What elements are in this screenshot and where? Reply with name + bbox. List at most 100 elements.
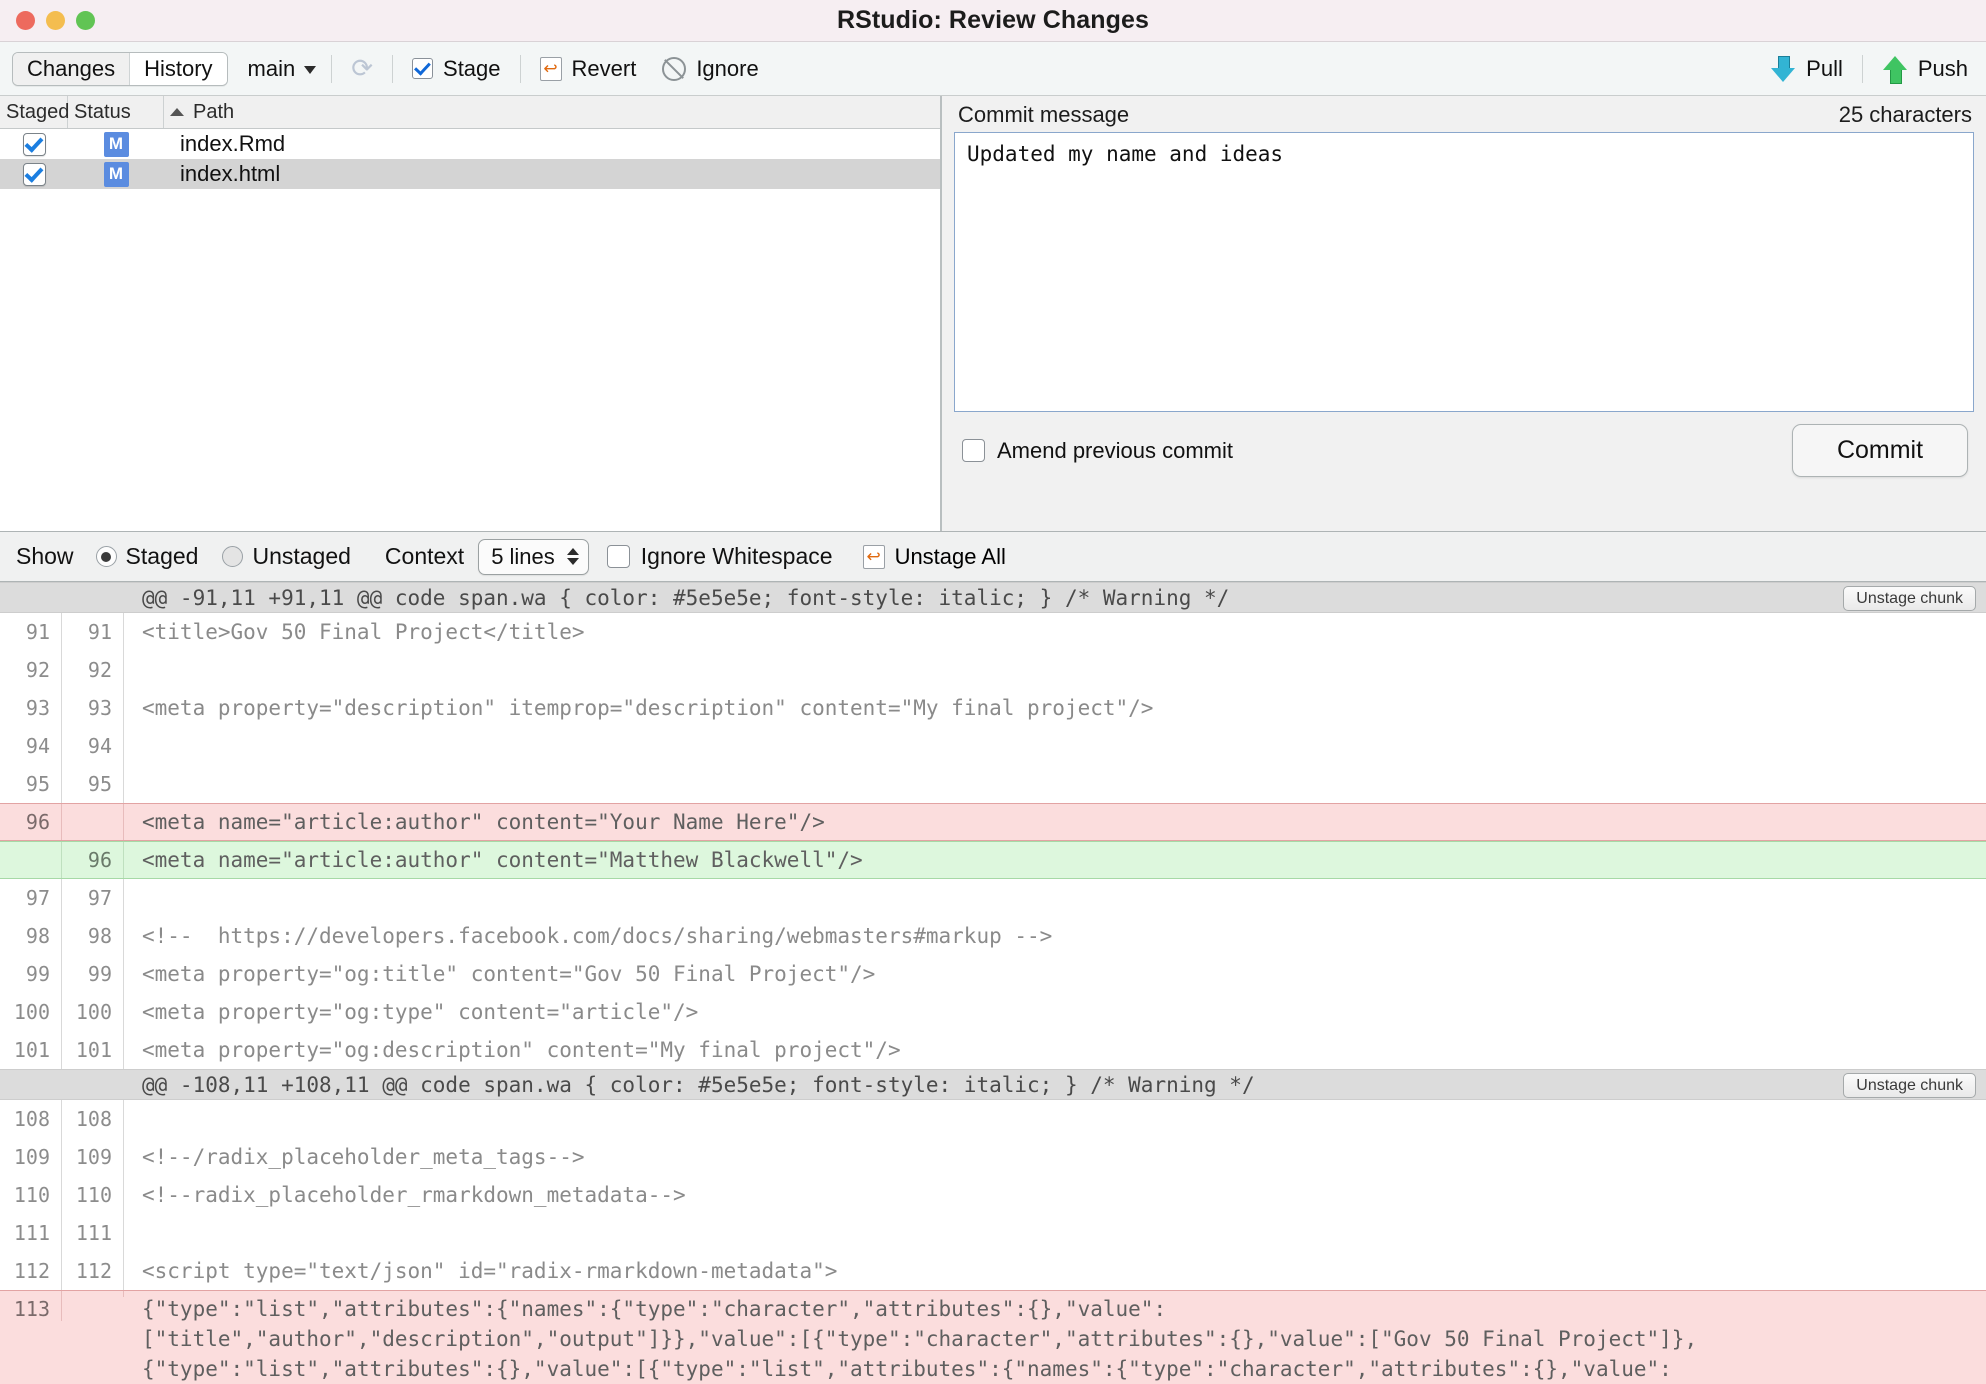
diff-line[interactable]: 110 110 <!--radix_placeholder_rmarkdown_me… <box>0 1176 1986 1214</box>
context-label: Context <box>384 543 465 569</box>
diff-line[interactable]: 99 99 <meta property="og:title" content="G… <box>0 955 1986 993</box>
radio-unstaged[interactable]: Unstaged <box>210 543 362 570</box>
staged-checkbox[interactable] <box>0 132 68 156</box>
diff-line[interactable]: 100 100 <meta property="og:type" content="… <box>0 993 1986 1031</box>
status-badge: M <box>68 131 164 157</box>
view-tabs[interactable]: Changes History <box>12 51 228 86</box>
diff-line-number-new: 108 <box>62 1100 124 1138</box>
toolbar-divider <box>1861 54 1863 83</box>
stage-button[interactable]: Stage <box>408 54 505 84</box>
ignore-icon <box>662 56 687 81</box>
diff-line-number-old: 101 <box>0 1031 62 1069</box>
file-list-pane: Staged Status Path M index.Rmd M index.h… <box>0 96 941 531</box>
column-header-status[interactable]: Status <box>68 96 164 128</box>
diff-line[interactable]: 97 97 <box>0 879 1986 917</box>
radio-off-icon <box>222 546 244 567</box>
diff-line-number-new: 111 <box>62 1214 124 1252</box>
commit-input-wrap: Updated my name and ideas <box>942 132 1986 412</box>
diff-line[interactable]: 109 109 <!--/radix_placeholder_meta_tags--… <box>0 1138 1986 1176</box>
diff-line[interactable]: 112 112 <script type="text/json" id="radix… <box>0 1252 1986 1290</box>
diff-line-text: <meta property="og:type" content="articl… <box>142 1000 699 1024</box>
diff-line-number-old: 108 <box>0 1100 62 1138</box>
diff-line-number-old: 98 <box>0 917 62 955</box>
radio-unstaged-label: Unstaged <box>252 543 351 569</box>
diff-line-number-old: 99 <box>0 955 62 993</box>
diff-line-number-new: 101 <box>62 1031 124 1069</box>
diff-line[interactable]: 101 101 <meta property="og:description" co… <box>0 1031 1986 1069</box>
diff-line-number-old: 109 <box>0 1138 62 1176</box>
diff-line[interactable]: 111 111 <box>0 1214 1986 1252</box>
diff-line[interactable]: 96 <meta name="article:author" content="Y… <box>0 803 1986 841</box>
check-icon <box>412 58 434 79</box>
diff-line-number-new <box>62 804 124 840</box>
column-header-staged[interactable]: Staged <box>0 96 69 128</box>
diff-line-number-new: 98 <box>62 917 124 955</box>
file-path: index.Rmd <box>180 131 286 156</box>
diff-line-number-old: 113 <box>0 1291 62 1321</box>
unstage-chunk-button[interactable]: Unstage chunk <box>1843 586 1976 611</box>
diff-line-number-old: 94 <box>0 727 62 765</box>
table-row[interactable]: M index.html <box>0 159 940 189</box>
diff-line-number-new: 95 <box>62 765 124 803</box>
diff-line-number-old: 111 <box>0 1214 62 1252</box>
branch-selector[interactable]: main <box>248 56 317 82</box>
diff-line[interactable]: 98 98 <!-- https://developers.facebook.com… <box>0 917 1986 955</box>
hunk-header: @@ -108,11 +108,11 @@ code span.wa { col… <box>0 1069 1986 1100</box>
diff-line-text: <meta property="og:description" content=… <box>142 1038 901 1062</box>
unstage-all-button[interactable]: ↩ Unstage All <box>845 544 1006 570</box>
diff-line-number-new: 94 <box>62 727 124 765</box>
diff-viewer[interactable]: @@ -91,11 +91,11 @@ code span.wa { color… <box>0 582 1986 1384</box>
commit-message-input[interactable]: Updated my name and ideas <box>954 132 1974 412</box>
pull-button[interactable]: Pull <box>1766 54 1847 84</box>
diff-line-text: <meta property="og:title" content="Gov 5… <box>142 962 876 986</box>
context-lines-select[interactable]: 5 lines <box>478 538 589 575</box>
commit-button[interactable]: Commit <box>1792 424 1968 477</box>
status-badge: M <box>68 161 164 187</box>
diff-line-number-old: 96 <box>0 804 62 840</box>
window-title-bar: RStudio: Review Changes <box>0 0 1986 42</box>
table-row[interactable]: M index.Rmd <box>0 129 940 159</box>
git-toolbar: Changes History main ⟳ Stage ↩ Revert Ig… <box>0 42 1986 96</box>
revert-label: Revert <box>571 55 637 81</box>
diff-line-number-old: 97 <box>0 879 62 917</box>
ignore-whitespace-checkbox[interactable]: Ignore Whitespace <box>593 543 845 570</box>
window-title: RStudio: Review Changes <box>836 6 1150 34</box>
ignore-whitespace-label: Ignore Whitespace <box>640 543 833 569</box>
push-button[interactable]: Push <box>1878 54 1972 84</box>
diff-line-text: <title>Gov 50 Final Project</title> <box>142 620 585 644</box>
amend-previous-commit-checkbox[interactable] <box>962 439 985 462</box>
radio-staged[interactable]: Staged <box>84 543 211 570</box>
unstage-chunk-button[interactable]: Unstage chunk <box>1843 1073 1976 1098</box>
show-label: Show <box>16 543 74 569</box>
diff-line-number-new <box>62 1291 124 1297</box>
radio-staged-label: Staged <box>125 543 199 569</box>
diff-line[interactable]: 92 92 <box>0 651 1986 689</box>
diff-line[interactable]: 94 94 <box>0 727 1986 765</box>
ignore-button[interactable]: Ignore <box>658 54 762 84</box>
column-header-path[interactable]: Path <box>164 96 940 128</box>
refresh-button[interactable]: ⟳ <box>347 51 377 86</box>
revert-button[interactable]: ↩ Revert <box>536 54 641 84</box>
tab-history[interactable]: History <box>129 52 227 85</box>
diff-line[interactable]: 95 95 <box>0 765 1986 803</box>
commit-footer: Amend previous commit Commit <box>942 412 1986 477</box>
stage-label: Stage <box>443 55 501 81</box>
diff-line-number-new: 110 <box>62 1176 124 1214</box>
diff-line-text: <!--/radix_placeholder_meta_tags--> <box>142 1145 585 1169</box>
diff-line-number-new: 96 <box>62 842 124 878</box>
diff-line[interactable]: 113 {"type":"list","attributes":{"names":… <box>0 1290 1986 1384</box>
staged-checkbox[interactable] <box>0 162 68 186</box>
diff-line-number-old: 91 <box>0 613 62 651</box>
diff-line-number-old: 100 <box>0 993 62 1031</box>
pull-label: Pull <box>1806 55 1843 81</box>
diff-line-number-new: 112 <box>62 1252 124 1290</box>
diff-line[interactable]: 93 93 <meta property="description" itempro… <box>0 689 1986 727</box>
diff-line-text: {"type":"list","attributes":{"names":{"t… <box>142 1297 1698 1381</box>
diff-line-text: <!-- https://developers.facebook.com/doc… <box>142 924 1053 948</box>
ignore-label: Ignore <box>696 55 759 81</box>
diff-line[interactable]: 91 91 <title>Gov 50 Final Project</title> <box>0 613 1986 651</box>
status-letter: M <box>103 131 129 157</box>
diff-line[interactable]: 96 <meta name="article:author" content="M… <box>0 841 1986 879</box>
diff-line[interactable]: 108 108 <box>0 1100 1986 1138</box>
tab-changes[interactable]: Changes <box>13 52 130 85</box>
